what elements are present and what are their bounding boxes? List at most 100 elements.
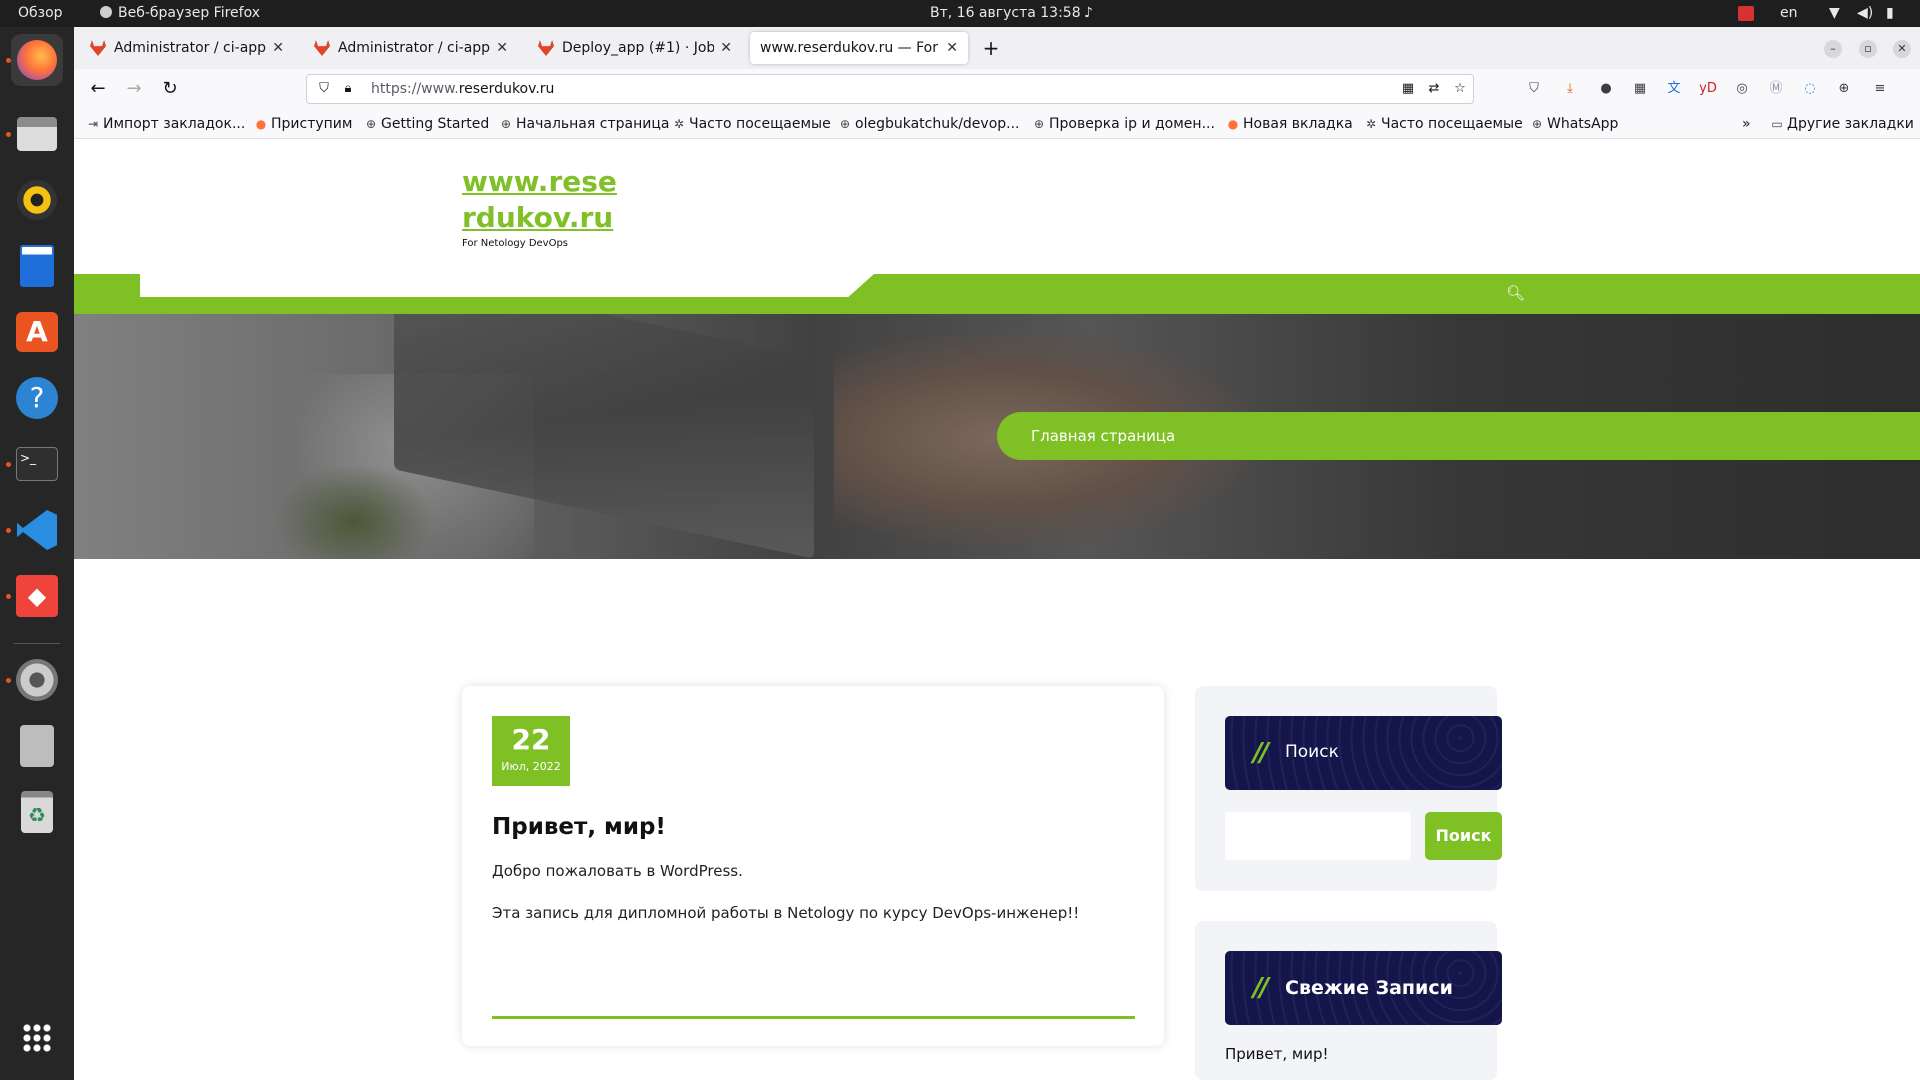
post-title[interactable]: Привет, мир! (492, 814, 666, 840)
tab-strip: Administrator / ci-apps · G ✕ Administra… (74, 27, 1920, 69)
help-icon: ? (16, 377, 58, 419)
url-text[interactable]: https://www.reserdukov.ru (371, 75, 554, 103)
lock-icon[interactable]: 🔒︎ (339, 80, 357, 98)
extension-grid-icon[interactable]: ▦ (1630, 79, 1650, 99)
bookmark-item[interactable]: ✲ Часто посещаемые (1364, 109, 1523, 139)
dock-trash[interactable]: ♻ (11, 786, 63, 838)
widget-title: Поиск (1285, 742, 1339, 762)
bookmarks-overflow-chevron-icon[interactable]: » (1742, 109, 1751, 139)
extension-download-icon[interactable]: ⊕ (1834, 79, 1854, 99)
search-button[interactable]: Поиск (1425, 812, 1502, 860)
rhythmbox-icon (17, 180, 57, 220)
menu-bar-notch (140, 274, 874, 297)
close-icon[interactable]: ✕ (496, 40, 508, 56)
widget-header: // Поиск (1225, 716, 1502, 790)
firefox-icon (100, 6, 112, 18)
bookmark-star-icon[interactable]: ☆ (1451, 80, 1469, 98)
bookmark-item[interactable]: ⊕ WhatsApp (1530, 109, 1618, 139)
extension-blue-icon[interactable]: ◌ (1800, 79, 1820, 99)
firefox-icon: ● (255, 117, 267, 131)
dock-anydesk[interactable]: ◆ (11, 570, 63, 622)
bookmark-label: Часто посещаемые (689, 116, 831, 132)
tab-gitlab-ci-apps-2[interactable]: Administrator / ci-apps · C ✕ (304, 32, 518, 64)
close-window-button[interactable]: ✕ (1893, 40, 1911, 58)
search-icon[interactable]: 🔍︎ (1506, 284, 1525, 302)
widget-header: // Свежие Записи (1225, 951, 1502, 1025)
globe-icon: ⊕ (839, 117, 851, 131)
bookmark-label: Импорт закладок... (103, 116, 246, 132)
volume-icon[interactable]: ◀) (1857, 0, 1873, 27)
pocket-icon[interactable]: ⛉ (1524, 79, 1544, 99)
search-input[interactable] (1225, 812, 1411, 860)
show-applications-button[interactable] (11, 1012, 63, 1064)
hero-banner: Главная страница (74, 314, 1920, 559)
close-icon[interactable]: ✕ (272, 40, 284, 56)
dock-firefox[interactable] (11, 34, 63, 86)
notification-bell-icon[interactable]: ♪ (1084, 0, 1093, 27)
extensions-grid-icon[interactable]: ▦ (1399, 80, 1417, 98)
translate-icon[interactable]: ⇄ (1425, 80, 1443, 98)
bookmark-item[interactable]: ⊕ olegbukatchuk/devop... (838, 109, 1020, 139)
dock-help[interactable]: ? (11, 372, 63, 424)
anydesk-icon: ◆ (16, 575, 58, 617)
tray-app-icon[interactable] (1738, 6, 1754, 21)
battery-icon[interactable]: ▮ (1886, 0, 1894, 27)
running-indicator (6, 58, 11, 63)
extension-r-icon[interactable]: ● (1596, 79, 1616, 99)
running-indicator (6, 678, 11, 683)
translate-extension-icon[interactable]: 文 (1664, 79, 1684, 99)
url-prefix: https://www. (371, 81, 459, 97)
bookmark-item[interactable]: ⇥ Импорт закладок... (86, 109, 245, 139)
dock-software[interactable]: A (11, 306, 63, 358)
dock-writer[interactable] (11, 240, 63, 292)
dock-settings[interactable] (11, 654, 63, 706)
app-menu-label: Веб-браузер Firefox (118, 5, 261, 21)
dock-terminal[interactable]: >_ (11, 438, 63, 490)
yandex-disk-icon[interactable]: yD (1698, 79, 1718, 99)
activities-button[interactable]: Обзор (18, 0, 63, 27)
dock-drive[interactable] (11, 720, 63, 772)
reload-button[interactable]: ↻ (158, 77, 182, 101)
url-bar[interactable]: ⛉ 🔒︎ https://www.reserdukov.ru ▦ ⇄ ☆ (306, 74, 1474, 104)
post-divider (492, 1016, 1135, 1019)
bookmark-item[interactable]: ⊕ Начальная страница (499, 109, 669, 139)
hamburger-menu-icon[interactable]: ≡ (1870, 79, 1890, 99)
download-icon[interactable]: ⤓ (1560, 79, 1580, 99)
back-button[interactable]: ← (86, 77, 110, 101)
tab-gitlab-ci-apps-1[interactable]: Administrator / ci-apps · G ✕ (80, 32, 294, 64)
bookmark-item[interactable]: ⊕ Getting Started (364, 109, 489, 139)
post-paragraph: Добро пожаловать в WordPress. (492, 862, 743, 880)
bookmark-item[interactable]: ⊕ Проверка ip и домен... (1032, 109, 1215, 139)
extension-m-icon[interactable]: Ⓜ (1766, 79, 1786, 99)
globe-icon: ⊕ (500, 117, 512, 131)
site-logo[interactable]: www.rese rdukov.ru (462, 164, 632, 236)
bookmark-item[interactable]: ● Приступим (254, 109, 353, 139)
app-menu[interactable]: Веб-браузер Firefox (100, 0, 260, 27)
dock-rhythmbox[interactable] (11, 174, 63, 226)
keyboard-layout-indicator[interactable]: en (1780, 0, 1798, 27)
dock-vscode[interactable] (11, 504, 63, 556)
extension-circle-icon[interactable]: ◎ (1732, 79, 1752, 99)
forward-button[interactable]: → (122, 77, 146, 101)
tab-deploy-app-jobs[interactable]: Deploy_app (#1) · Jobs · A ✕ (528, 32, 742, 64)
post-date-badge[interactable]: 22 Июл, 2022 (492, 716, 570, 786)
minimize-button[interactable]: – (1824, 40, 1842, 58)
restore-button[interactable]: ▫ (1859, 40, 1877, 58)
dock-files[interactable] (11, 108, 63, 160)
close-icon[interactable]: ✕ (946, 40, 958, 56)
web-page: www.rese rdukov.ru For Netology DevOps 🔍… (74, 140, 1920, 1080)
other-bookmarks[interactable]: ▭ Другие закладки (1770, 109, 1914, 139)
clock[interactable]: Вт, 16 августа 13:58 (930, 0, 1081, 27)
wifi-icon[interactable]: ▼ (1829, 0, 1840, 27)
other-bookmarks-label: Другие закладки (1787, 116, 1914, 132)
bookmark-item[interactable]: ✲ Часто посещаемые (672, 109, 831, 139)
new-tab-button[interactable]: + (978, 35, 1004, 61)
gear-icon: ✲ (1365, 117, 1377, 131)
bookmark-item[interactable]: ● Новая вкладка (1226, 109, 1353, 139)
recent-post-link[interactable]: Привет, мир! (1225, 1045, 1329, 1063)
close-icon[interactable]: ✕ (720, 40, 732, 56)
tab-reserdukov[interactable]: www.reserdukov.ru — For Ne ✕ (750, 32, 968, 64)
dock-separator (14, 643, 60, 644)
globe-icon: ⊕ (365, 117, 377, 131)
tracking-shield-icon[interactable]: ⛉ (315, 80, 333, 98)
